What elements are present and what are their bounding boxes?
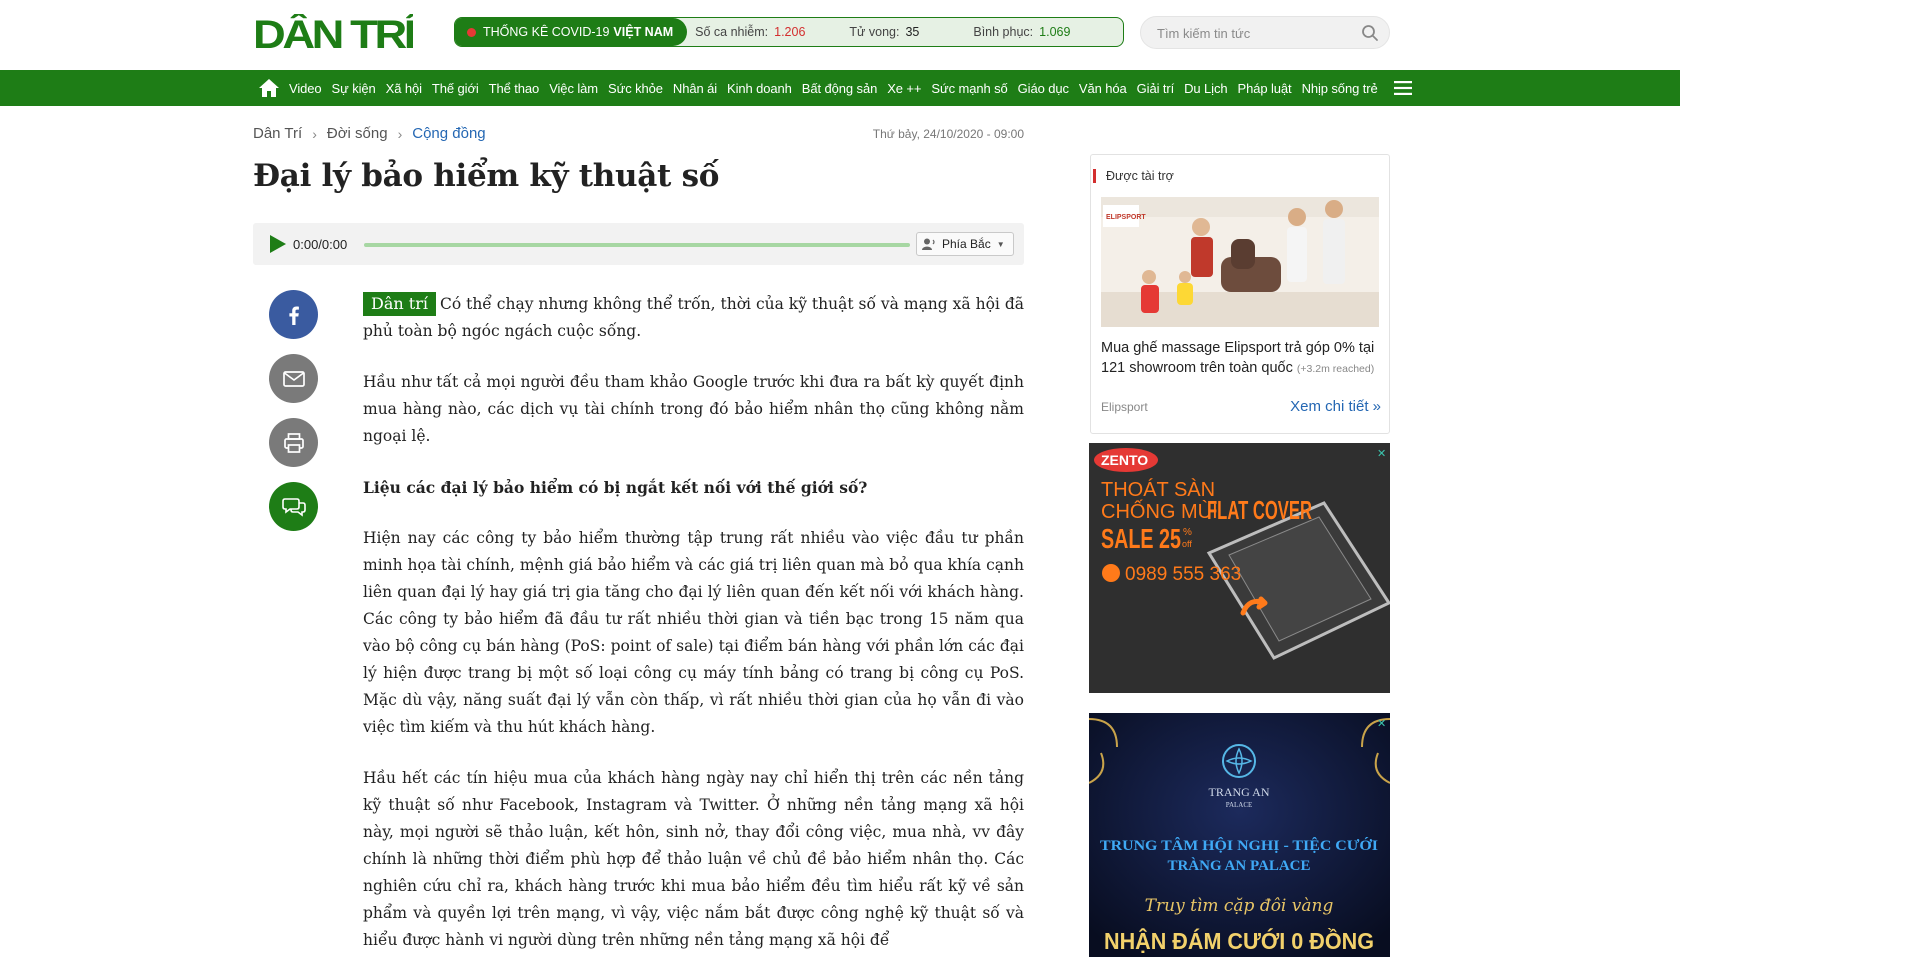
facebook-icon xyxy=(288,306,299,325)
covid-deaths: Tử vong: 35 xyxy=(849,25,920,39)
search-box xyxy=(1140,16,1390,49)
article-subheading: Liệu các đại lý bảo hiểm có bị ngắt kết … xyxy=(363,478,868,497)
svg-text:NHẬN ĐÁM CƯỚI 0 ĐỒNG: NHẬN ĐÁM CƯỚI 0 ĐỒNG xyxy=(1104,927,1374,954)
hamburger-menu-icon[interactable] xyxy=(1393,81,1412,95)
nav-item-the-gioi[interactable]: Thế giới xyxy=(432,81,479,96)
nav-item-suc-khoe[interactable]: Sức khỏe xyxy=(608,81,663,96)
article-body: Dân trí Có thể chạy nhưng không thể trốn,… xyxy=(363,291,1024,957)
nav-item-suc-manh-so[interactable]: Sức mạnh số xyxy=(931,81,1007,96)
page-title: Đại lý bảo hiểm kỹ thuật số xyxy=(253,158,720,194)
article-paragraph: Hiện nay các công ty bảo hiểm thường tập… xyxy=(363,529,1024,736)
email-share-button[interactable] xyxy=(269,354,318,403)
source-tag: Dân trí xyxy=(363,292,436,316)
svg-text:ZENTO: ZENTO xyxy=(1101,452,1148,468)
svg-text:TRUNG TÂM HỘI NGHỊ - TIỆC CƯỚI: TRUNG TÂM HỘI NGHỊ - TIỆC CƯỚI xyxy=(1100,837,1378,854)
nav-item-nhip-song-tre[interactable]: Nhịp sống trẻ xyxy=(1302,81,1378,96)
publish-date: Thứ bảy, 24/10/2020 - 09:00 xyxy=(872,127,1024,141)
svg-text:SALE 25: SALE 25 xyxy=(1101,523,1181,554)
breadcrumb-home[interactable]: Dân Trí xyxy=(253,125,302,142)
live-dot-icon xyxy=(467,27,476,37)
covid-recovered: Bình phục: 1.069 xyxy=(973,25,1071,39)
voice-select[interactable]: Phía Bắc ▼ xyxy=(916,232,1014,256)
covid-label: THỐNG KÊ COVID-19 VIỆT NAM xyxy=(455,18,688,46)
article-lead: Dân trí Có thể chạy nhưng không thể trốn,… xyxy=(363,292,1024,340)
home-icon[interactable] xyxy=(258,78,280,98)
article-paragraph: Hầu như tất cả mọi người đều tham khảo G… xyxy=(363,373,1024,445)
svg-text:CHỐNG MÙI: CHỐNG MÙI xyxy=(1101,499,1218,523)
chevron-right-icon: › xyxy=(312,125,317,142)
trang-an-palace-ad-banner[interactable]: ✕ TRANG AN PALACE TRUNG TÂM HỘI NGHỊ - T… xyxy=(1089,713,1390,957)
nav-item-van-hoa[interactable]: Văn hóa xyxy=(1079,81,1127,96)
sponsored-image[interactable]: ELIPSPORT xyxy=(1101,197,1379,327)
nav-item-giai-tri[interactable]: Giải trí xyxy=(1137,81,1175,96)
sponsored-label: Được tài trợ xyxy=(1093,169,1174,183)
voice-icon xyxy=(922,238,935,250)
svg-text:THOÁT SÀN: THOÁT SÀN xyxy=(1101,478,1215,501)
nav-item-video[interactable]: Video xyxy=(289,81,322,96)
zento-ad-banner[interactable]: ✕ ZENTO THOÁT SÀN CHỐNG MÙI FLAT COVER S… xyxy=(1089,443,1390,693)
covid-infected: Số ca nhiễm: 1.206 xyxy=(695,25,806,39)
nav-item-viec-lam[interactable]: Việc làm xyxy=(549,81,598,96)
play-icon[interactable] xyxy=(267,234,287,254)
breadcrumb-doi-song[interactable]: Đời sống xyxy=(327,125,388,142)
nav-item-nhan-ai[interactable]: Nhân ái xyxy=(673,81,717,96)
svg-text:FLAT COVER: FLAT COVER xyxy=(1207,495,1312,525)
covid-stats-bar[interactable]: THỐNG KÊ COVID-19 VIỆT NAM Số ca nhiễm: … xyxy=(454,17,1124,47)
search-input[interactable] xyxy=(1157,24,1357,42)
dantri-logo[interactable]: DÂN TRÍ xyxy=(253,14,413,52)
email-icon xyxy=(282,370,305,387)
main-nav: Video Sự kiện Xã hội Thế giới Thể thao V… xyxy=(0,70,1680,106)
svg-text:TRANG AN: TRANG AN xyxy=(1208,785,1269,799)
nav-item-giao-duc[interactable]: Giáo dục xyxy=(1018,81,1069,96)
svg-text:TRÀNG AN PALACE: TRÀNG AN PALACE xyxy=(1167,857,1310,874)
nav-item-du-lich[interactable]: Du Lịch xyxy=(1184,81,1227,96)
comment-icon xyxy=(281,497,306,517)
svg-text:DÂN TRÍ: DÂN TRÍ xyxy=(253,14,413,52)
print-icon xyxy=(283,432,304,453)
nav-item-kinh-doanh[interactable]: Kinh doanh xyxy=(727,81,792,96)
nav-item-the-thao[interactable]: Thể thao xyxy=(489,81,540,96)
nav-item-su-kien[interactable]: Sự kiện xyxy=(332,81,376,96)
share-bar xyxy=(269,290,318,546)
sponsored-source: Elipsport xyxy=(1101,400,1148,414)
search-icon[interactable] xyxy=(1361,24,1379,42)
svg-text:✕: ✕ xyxy=(1377,447,1386,460)
svg-text:PALACE: PALACE xyxy=(1226,801,1253,809)
nav-item-xa-hoi[interactable]: Xã hội xyxy=(386,81,422,96)
nav-item-xe[interactable]: Xe ++ xyxy=(887,81,921,96)
facebook-share-button[interactable] xyxy=(269,290,318,339)
svg-text:0989 555 363: 0989 555 363 xyxy=(1125,564,1241,585)
chevron-right-icon: › xyxy=(397,125,403,142)
audio-progress-bar[interactable] xyxy=(364,243,910,247)
svg-text:off: off xyxy=(1182,539,1192,549)
svg-text:ELIPSPORT: ELIPSPORT xyxy=(1106,214,1146,221)
breadcrumb: Dân Trí › Đời sống › Cộng đồng xyxy=(253,125,486,142)
caret-down-icon: ▼ xyxy=(996,239,1005,249)
print-button[interactable] xyxy=(269,418,318,467)
sponsored-headline[interactable]: Mua ghế massage Elipsport trả góp 0% tại… xyxy=(1101,338,1383,379)
svg-text:%: % xyxy=(1183,527,1192,538)
breadcrumb-cong-dong[interactable]: Cộng đồng xyxy=(412,125,485,142)
view-details-link[interactable]: Xem chi tiết » xyxy=(1290,398,1381,415)
site-header: DÂN TRÍ THỐNG KÊ COVID-19 VIỆT NAM Số ca… xyxy=(0,0,1913,70)
audio-player: 0:00/0:00 Phía Bắc ▼ xyxy=(253,223,1024,265)
audio-time: 0:00/0:00 xyxy=(293,237,348,252)
article-paragraph: Hầu hết các tín hiệu mua của khách hàng … xyxy=(363,769,1024,949)
nav-item-phap-luat[interactable]: Pháp luật xyxy=(1238,81,1292,96)
sponsored-box[interactable]: Được tài trợ ELIPSPORT Mua ghế massage E… xyxy=(1090,154,1390,434)
nav-item-bat-dong-san[interactable]: Bất động sản xyxy=(802,81,878,96)
comment-button[interactable] xyxy=(269,482,318,531)
svg-text:✕: ✕ xyxy=(1377,717,1386,730)
svg-text:Truy tìm cặp đôi vàng: Truy tìm cặp đôi vàng xyxy=(1145,896,1334,916)
